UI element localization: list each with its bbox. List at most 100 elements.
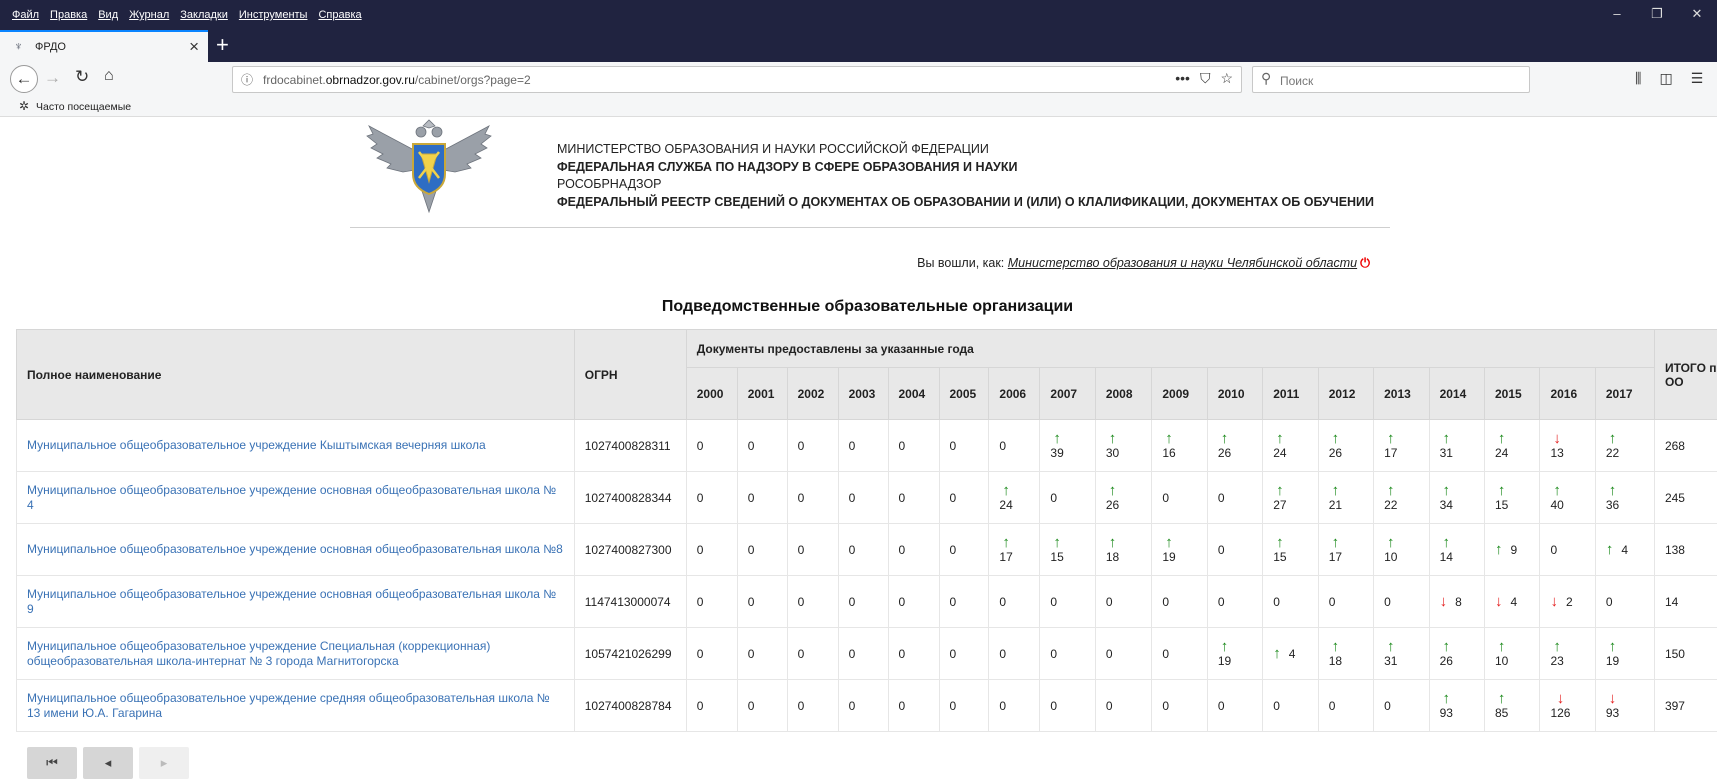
menu-item[interactable]: Инструменты xyxy=(239,9,308,21)
year-value-cell: 0 xyxy=(685,471,738,524)
col-header-year[interactable]: 2002 xyxy=(786,367,839,420)
col-header-year[interactable]: 2005 xyxy=(938,367,990,420)
more-actions-icon[interactable]: ••• xyxy=(1175,70,1190,87)
org-link[interactable]: Муниципальное общеобразовательное учрежд… xyxy=(27,639,564,669)
arrow-up-icon: ↑ xyxy=(1276,533,1284,551)
year-value-cell: 0 xyxy=(837,419,888,472)
year-value-cell: 0 xyxy=(1317,679,1374,732)
trend-value: ↑ 9 xyxy=(1495,542,1517,557)
year-value-cell: 0 xyxy=(887,575,939,628)
col-header-year[interactable]: 2010 xyxy=(1206,367,1264,420)
url-bar[interactable]: ⓘ frdocabinet.obrnadzor.gov.ru/cabinet/o… xyxy=(232,66,1242,93)
col-header-year[interactable]: 2000 xyxy=(685,367,738,420)
bookmark-most-visited[interactable]: Часто посещаемые xyxy=(36,101,131,113)
year-value-cell: ↑ 26 xyxy=(1317,419,1374,472)
pocket-icon[interactable]: ⛉ xyxy=(1200,70,1211,87)
total-cell: 150 xyxy=(1653,627,1717,680)
library-icon[interactable]: ⫼ xyxy=(1635,70,1641,87)
year-value-cell: ↓ 93 xyxy=(1594,679,1655,732)
value-number: 34 xyxy=(1439,497,1453,512)
org-link[interactable]: Муниципальное общеобразовательное учрежд… xyxy=(27,542,564,557)
close-window-icon[interactable]: ✕ xyxy=(1677,6,1717,22)
reload-button[interactable]: ↻ xyxy=(75,67,89,87)
first-page-button[interactable]: ⏮ xyxy=(27,747,77,779)
arrow-up-icon: ↑ xyxy=(1608,429,1617,447)
col-header-year[interactable]: 2013 xyxy=(1373,367,1430,420)
bookmark-star-icon[interactable]: ☆ xyxy=(1220,70,1233,87)
year-value-cell: ↑ 26 xyxy=(1094,471,1152,524)
trend-value: ↑ 22 xyxy=(1606,429,1619,460)
next-page-button[interactable]: ▸ xyxy=(139,747,189,779)
col-header-year[interactable]: 2014 xyxy=(1428,367,1486,420)
col-header-year[interactable]: 2011 xyxy=(1262,367,1319,420)
value-number: 4 xyxy=(1288,646,1296,661)
hamburger-menu-icon[interactable]: ☰ xyxy=(1691,70,1704,87)
col-header-year[interactable]: 2008 xyxy=(1094,367,1153,420)
year-value-cell: 0 xyxy=(837,627,888,680)
back-button[interactable]: ← xyxy=(10,65,38,93)
gear-icon[interactable]: ✲ xyxy=(19,99,29,113)
minimize-icon[interactable]: – xyxy=(1597,6,1637,22)
year-value-cell: 0 xyxy=(1262,575,1319,628)
org-link[interactable]: Муниципальное общеобразовательное учрежд… xyxy=(27,587,564,617)
arrow-down-icon: ↓ xyxy=(1556,689,1565,707)
url-text[interactable]: frdocabinet.obrnadzor.gov.ru/cabinet/org… xyxy=(263,73,531,87)
info-icon[interactable]: ⓘ xyxy=(241,71,253,88)
value-number: 15 xyxy=(1495,497,1509,512)
arrow-up-icon: ↑ xyxy=(1053,429,1061,447)
col-header-year[interactable]: 2001 xyxy=(736,367,788,420)
col-header-year[interactable]: 2009 xyxy=(1151,367,1208,420)
col-header-year[interactable]: 2006 xyxy=(988,367,1041,420)
col-header-year[interactable]: 2003 xyxy=(837,367,889,420)
menu-item[interactable]: Журнал xyxy=(129,9,169,21)
col-header-year[interactable]: 2016 xyxy=(1539,367,1596,420)
login-user-link[interactable]: Министерство образования и науки Челябин… xyxy=(1008,256,1357,270)
col-header-ogrn[interactable]: ОГРН xyxy=(573,329,687,420)
trend-value: ↑ 31 xyxy=(1384,639,1397,668)
total-cell: 268 xyxy=(1653,419,1717,472)
logout-icon[interactable]: ⏻ xyxy=(1360,256,1370,270)
restore-icon[interactable]: ❐ xyxy=(1637,6,1677,22)
col-header-year[interactable]: 2004 xyxy=(887,367,940,420)
agency-line-registry: ФЕДЕРАЛЬНЫЙ РЕЕСТР СВЕДЕНИЙ О ДОКУМЕНТАХ… xyxy=(557,194,1375,209)
value-number: 93 xyxy=(1439,705,1453,720)
table-row: Муниципальное общеобразовательное учрежд… xyxy=(16,471,1717,524)
forward-button[interactable]: → xyxy=(44,68,61,88)
menu-item[interactable]: Правка xyxy=(50,9,87,21)
search-bar[interactable]: ⚲ Поиск xyxy=(1252,66,1530,93)
menu-item[interactable]: Вид xyxy=(98,9,118,21)
col-header-name[interactable]: Полное наименование xyxy=(16,329,575,420)
year-value-cell: 0 xyxy=(938,679,989,732)
value-number: 23 xyxy=(1550,653,1564,668)
col-header-year[interactable]: 2012 xyxy=(1317,367,1375,420)
org-link[interactable]: Муниципальное общеобразовательное учрежд… xyxy=(27,691,564,721)
window-controls: – ❐ ✕ xyxy=(1597,6,1717,22)
col-header-year[interactable]: 2007 xyxy=(1039,367,1096,420)
tab-frdo[interactable]: ♆ ФРДО × xyxy=(0,30,208,62)
value-number: 19 xyxy=(1162,549,1176,564)
col-header-total[interactable]: ИТОГО по ОО xyxy=(1653,329,1717,420)
col-header-year[interactable]: 2015 xyxy=(1483,367,1541,420)
org-link[interactable]: Муниципальное общеобразовательное учрежд… xyxy=(27,438,564,453)
sidebar-icon[interactable]: ◫ xyxy=(1659,70,1672,87)
value-number: 2 xyxy=(1565,594,1573,609)
trend-value: ↑ 93 xyxy=(1439,691,1453,720)
year-value-cell: ↑ 93 xyxy=(1428,679,1485,732)
arrow-up-icon: ↑ xyxy=(1053,533,1061,551)
org-link[interactable]: Муниципальное общеобразовательное учрежд… xyxy=(27,483,564,513)
arrow-up-icon: ↑ xyxy=(1497,481,1506,499)
ogrn-cell: 1027400828344 xyxy=(573,471,687,524)
tab-close-icon[interactable]: × xyxy=(189,37,199,57)
col-header-year[interactable]: 2017 xyxy=(1594,367,1655,420)
menu-item[interactable]: Файл xyxy=(12,9,39,21)
prev-page-button[interactable]: ◂ xyxy=(83,747,133,779)
home-button[interactable]: ⌂ xyxy=(104,67,114,85)
new-tab-icon[interactable]: + xyxy=(216,32,229,58)
arrow-up-icon: ↑ xyxy=(1002,481,1010,499)
menu-item[interactable]: Закладки xyxy=(180,9,228,21)
year-value-cell: ↑ 34 xyxy=(1428,471,1485,524)
year-value-cell: 0 xyxy=(988,575,1040,628)
year-value-cell: ↑ 22 xyxy=(1594,419,1655,472)
menu-item[interactable]: Справка xyxy=(318,9,361,21)
year-value-cell: ↑ 24 xyxy=(1483,419,1540,472)
